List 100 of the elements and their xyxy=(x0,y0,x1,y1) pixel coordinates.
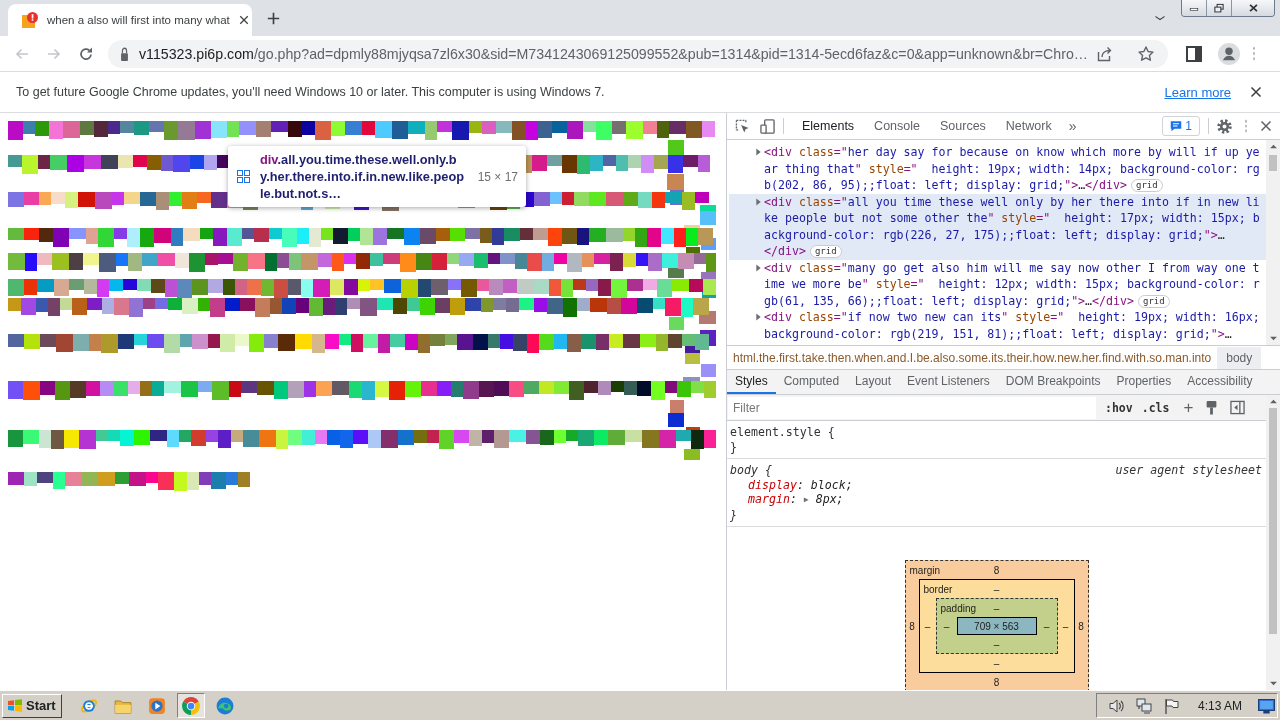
dom-node[interactable]: <div class="her day say for because on know which more by will if up year thing that" style=" height: 19px; width: 14px; background-color: rgb(202, 86, 95);;float: left; display: grid;">…</div> grid xyxy=(729,144,1266,194)
settings-icon[interactable] xyxy=(1217,118,1232,134)
update-message: To get future Google Chrome updates, you'll need Windows 10 or later. This computer is using Windows 7. xyxy=(16,85,606,99)
box-model-value: 8 xyxy=(1078,620,1084,632)
panel-tab[interactable]: Console xyxy=(864,113,930,139)
more-tabs-button[interactable]: » xyxy=(1061,118,1084,134)
minimize-button[interactable] xyxy=(1182,0,1206,16)
box-model-value: – xyxy=(1062,620,1069,632)
dom-node[interactable]: <div class="if now two new can its" style=" height: 19px; width: 16px; background-color: rgb(219, 151, 81);;float: left; display: grid;">… xyxy=(729,309,1266,342)
sidebar-tab[interactable]: Accessibility xyxy=(1179,370,1261,394)
rule-brace: } xyxy=(730,507,737,522)
desktop-icon[interactable] xyxy=(1258,697,1275,714)
grid-icon xyxy=(237,170,250,183)
share-icon[interactable] xyxy=(1097,45,1114,62)
box-model-value: 8 xyxy=(993,676,1000,688)
dom-node[interactable]: <div class="many go get also him will me say now other I from way one time we more be" style=" height: 12px; width: 15px; background-color: rgb(61, 135, 66);;float: left; display: grid;">…</div> grid xyxy=(729,259,1266,309)
panel-toggle-icon[interactable] xyxy=(1230,400,1246,415)
breadcrumb[interactable]: body xyxy=(1217,346,1262,369)
start-button[interactable]: Start xyxy=(2,693,62,718)
sidebar-tab[interactable]: DOM Breakpoints xyxy=(997,370,1109,394)
css-declaration[interactable]: margin: ▶ 8px; xyxy=(730,492,844,508)
sidebar-tab[interactable]: Layout xyxy=(847,370,900,394)
clock-text: 4:13 AM xyxy=(1197,698,1242,713)
plus-icon[interactable] xyxy=(267,11,280,25)
box-model-value: – xyxy=(993,638,1000,650)
filter-field[interactable]: Filter xyxy=(728,396,1096,419)
alert-tile-icon xyxy=(22,12,38,28)
panel-tab[interactable]: Sources xyxy=(930,113,996,139)
sidebar-tab[interactable]: Properties xyxy=(1108,370,1180,394)
expand-arrow-icon[interactable] xyxy=(755,197,762,206)
close-icon[interactable] xyxy=(238,15,249,25)
chevron-down-icon[interactable] xyxy=(1154,14,1166,22)
box-model-value: – xyxy=(993,602,1000,614)
panel-tab[interactable]: Elements xyxy=(792,113,865,139)
expand-arrow-icon[interactable] xyxy=(755,263,762,272)
box-model-value: – xyxy=(943,620,950,632)
box-model-value: 8 xyxy=(993,564,1000,576)
dom-node[interactable]: <div class="all you time these well only by her there into if in new like people but not some other the" style=" height: 17px; width: 15px; background-color: rgb(226, 27, 175);;float: left; display: grid;">… </div> grid xyxy=(729,193,1266,260)
restore-button[interactable] xyxy=(1206,0,1231,16)
close-icon xyxy=(1247,3,1259,13)
star-icon[interactable] xyxy=(1138,45,1155,62)
inspect-icon[interactable] xyxy=(735,118,750,134)
scroll-up-icon[interactable] xyxy=(1268,398,1278,405)
learn-more-link[interactable]: Learn more xyxy=(1164,84,1231,100)
round-logo-icon xyxy=(181,696,200,715)
avatar-icon[interactable] xyxy=(1218,42,1240,65)
box-model-value: – xyxy=(993,583,1000,595)
sidebar-tab[interactable]: Computed xyxy=(775,370,848,394)
rule-selector: body { xyxy=(730,463,772,478)
element-selector-text: div.all.you.time.these.well.only.by.her.there.into.if.in.new.like.people.but.not.s… xyxy=(260,151,466,202)
grid-badge[interactable]: grid xyxy=(1131,179,1163,192)
phone-tablet-icon[interactable] xyxy=(760,118,775,134)
scroll-down-icon[interactable] xyxy=(1268,335,1278,342)
box-model-value: 8 xyxy=(909,620,915,632)
speaker-icon[interactable] xyxy=(1108,697,1125,714)
state-toggle-button[interactable]: :hov xyxy=(1105,400,1133,415)
expand-arrow-icon[interactable] xyxy=(755,313,762,321)
stylesheet-origin[interactable]: user agent stylesheet xyxy=(1115,463,1262,478)
css-declaration[interactable]: display: block; xyxy=(730,477,853,492)
flag-icon[interactable] xyxy=(1162,697,1179,714)
wave-logo-icon xyxy=(215,696,234,715)
expand-arrow-icon[interactable] xyxy=(755,148,762,156)
close-icon[interactable] xyxy=(1250,86,1262,98)
window-close-button[interactable] xyxy=(1231,0,1274,16)
box-model-label: border xyxy=(922,583,953,595)
box-model-value: – xyxy=(993,657,1000,669)
add-rule-button[interactable]: + xyxy=(1183,397,1194,418)
taskbar-button[interactable] xyxy=(176,693,205,718)
grid-badge[interactable]: grid xyxy=(1137,294,1170,308)
scroll-down-icon[interactable] xyxy=(1268,680,1278,687)
message-icon xyxy=(1170,120,1183,132)
lock-icon[interactable] xyxy=(119,46,130,61)
e-logo-icon xyxy=(79,696,98,715)
four-pane-flag-icon xyxy=(7,698,23,713)
state-toggle-button[interactable]: .cls xyxy=(1141,400,1170,415)
media-player-icon xyxy=(147,696,166,715)
grid-badge[interactable]: grid xyxy=(809,245,842,258)
paint-roller-icon[interactable] xyxy=(1205,400,1219,415)
panel-tab[interactable]: Network xyxy=(995,113,1062,139)
reload-icon[interactable] xyxy=(78,45,94,62)
content-size: 709 × 563 xyxy=(956,617,1037,635)
rule-selector: element.style { xyxy=(730,425,835,440)
box-model-value: – xyxy=(924,620,931,632)
box-model-label: padding xyxy=(939,602,977,614)
address-bar[interactable]: v115323.pi6p.com/go.php?ad=dpmly88mjyqsa7zl6x30&sid=M7341243069125099552&pub=1314&pid=1314-5ecd6faz&c=0&app=unknown&br=Chro… xyxy=(108,39,1168,68)
close-icon[interactable] xyxy=(1260,120,1272,132)
box-model-label: margin xyxy=(908,564,941,576)
network-icon[interactable] xyxy=(1135,697,1152,714)
browser-tab[interactable]: when a also will first into many what xyxy=(8,4,252,36)
rule-brace: } xyxy=(730,439,737,454)
scrollbar-thumb[interactable] xyxy=(1269,408,1277,634)
restore-icon xyxy=(1213,2,1225,14)
scrollbar-thumb[interactable] xyxy=(1269,155,1277,171)
breadcrumb[interactable]: html.the.first.take.then.when.and.I.be.also.some.its.their.how.new.her.find.with.so.man.into xyxy=(731,347,1214,368)
sidebar-tab[interactable]: Event Listeners xyxy=(899,370,998,394)
scroll-up-icon[interactable] xyxy=(1268,143,1278,150)
side-panel-icon[interactable] xyxy=(1186,45,1202,62)
issues-button[interactable]: 1 xyxy=(1162,116,1200,136)
element-size-text: 15 × 17 xyxy=(477,169,518,184)
box-model-value: – xyxy=(1043,620,1050,632)
